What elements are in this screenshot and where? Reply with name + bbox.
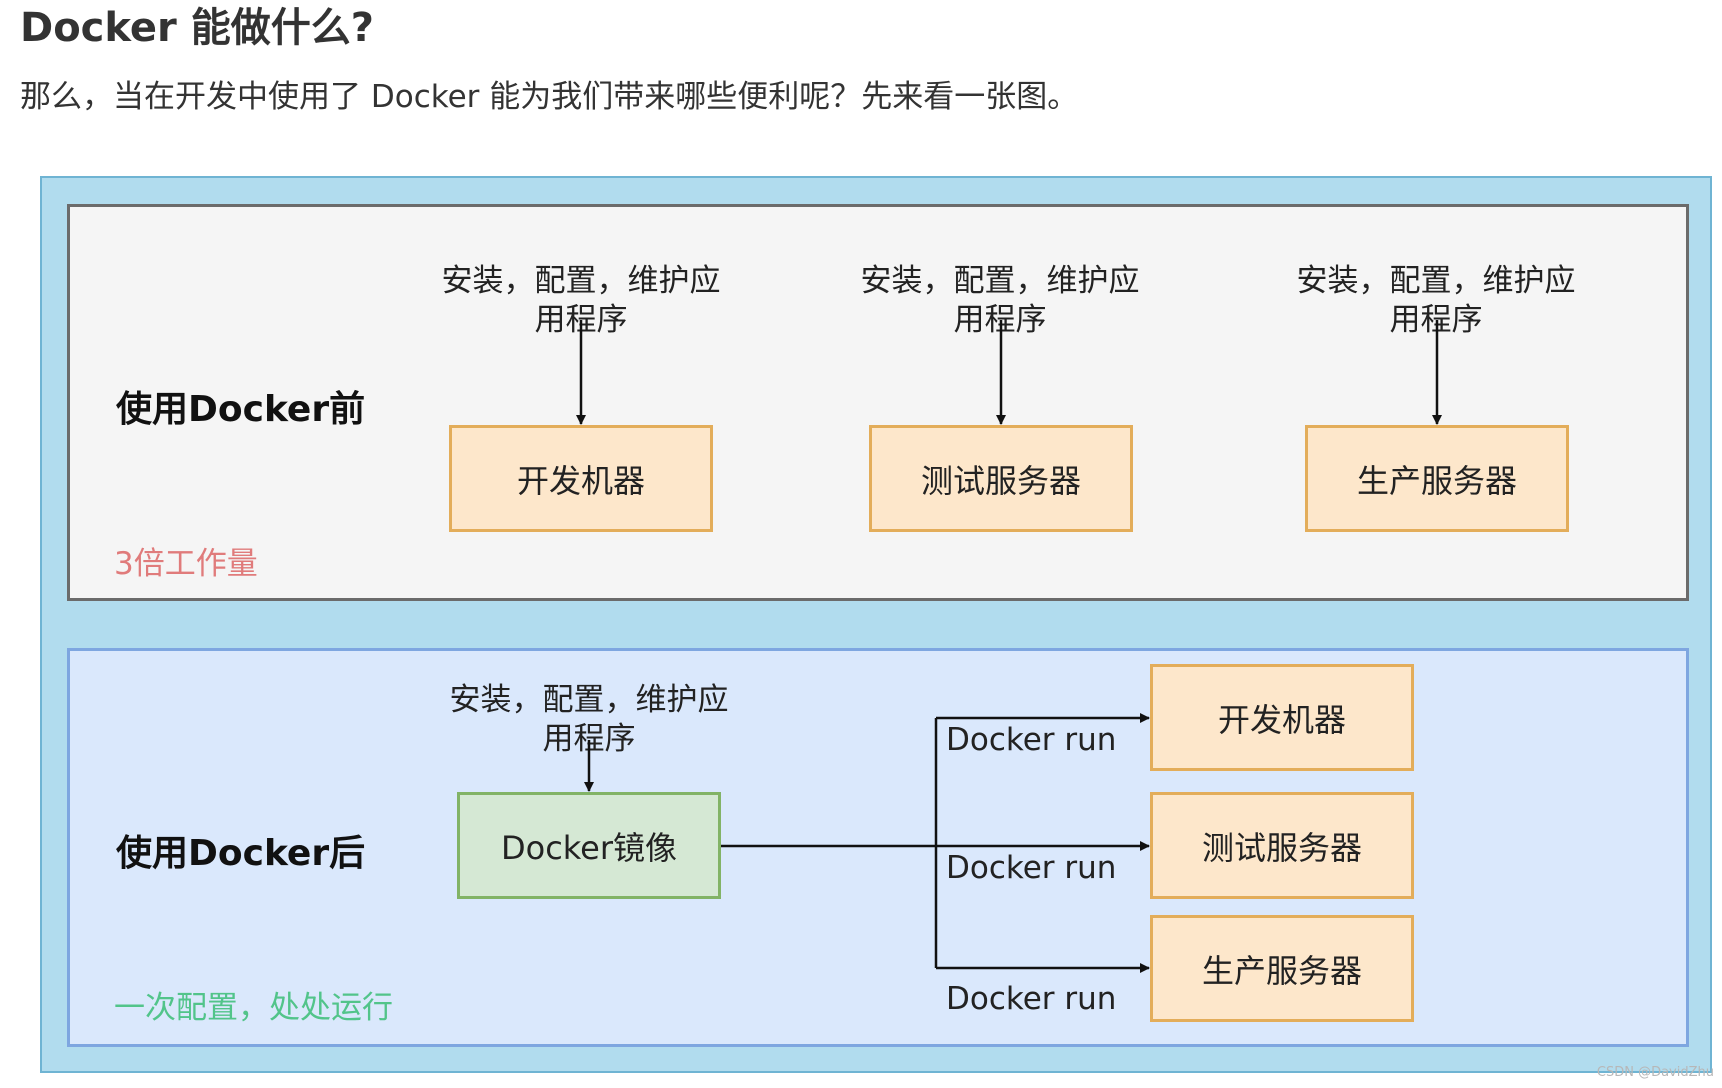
before-step-label-dev: 安装，配置，维护应用程序 [441,263,721,338]
workload-note: 3倍工作量 [114,546,258,582]
docker-run-label-test: Docker run [946,850,1117,886]
before-step-label-test: 安装，配置，维护应用程序 [860,263,1140,338]
intro-paragraph: 那么，当在开发中使用了 Docker 能为我们带来哪些便利呢？先来看一张图。 [20,79,1079,115]
before-docker-title: 使用Docker前 [116,389,366,430]
docker-run-label-dev: Docker run [946,722,1117,758]
docker-image-box: Docker镜像 [457,792,721,899]
after-dev-machine-box: 开发机器 [1150,664,1414,771]
after-step-label: 安装，配置，维护应用程序 [449,682,729,757]
section-heading: Docker 能做什么? [20,5,374,51]
after-prod-server-box: 生产服务器 [1150,915,1414,1022]
docker-run-label-prod: Docker run [946,981,1117,1017]
page: Docker 能做什么? 那么，当在开发中使用了 Docker 能为我们带来哪些… [0,0,1722,1088]
watermark: CSDN @DavidZhu [1596,1065,1714,1080]
after-docker-title: 使用Docker后 [116,833,366,874]
before-step-label-prod: 安装，配置，维护应用程序 [1296,263,1576,338]
before-test-server-box: 测试服务器 [869,425,1133,532]
run-anywhere-note: 一次配置，处处运行 [114,990,393,1026]
before-prod-server-box: 生产服务器 [1305,425,1569,532]
before-dev-machine-box: 开发机器 [449,425,713,532]
after-test-server-box: 测试服务器 [1150,792,1414,899]
